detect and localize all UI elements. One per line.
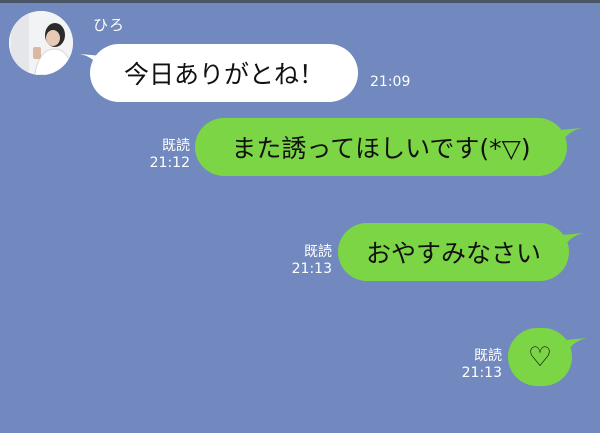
sender-name: ひろ: [93, 16, 126, 34]
message-bubble-outgoing[interactable]: また誘ってほしいです(*▽): [195, 118, 567, 176]
message-bubble-incoming[interactable]: 今日ありがとね！: [90, 44, 358, 102]
outgoing-bubble-tail: [560, 128, 582, 146]
message-time: 21:13: [461, 365, 502, 381]
user-photo-icon: [9, 11, 73, 75]
message-text: おやすみなさい: [365, 239, 541, 268]
message-text: また誘ってほしいです(*▽): [231, 134, 531, 163]
read-receipt: 既読: [162, 138, 190, 154]
read-receipt: 既読: [304, 244, 332, 260]
outgoing-bubble-tail: [565, 338, 587, 356]
message-bubble-outgoing[interactable]: おやすみなさい: [338, 223, 569, 281]
heart-message-text: ♡: [527, 341, 553, 373]
message-meta: 既読 21:13: [280, 244, 332, 278]
outgoing-bubble-tail: [562, 233, 584, 251]
read-receipt: 既読: [474, 348, 502, 364]
top-bar: [0, 0, 600, 3]
message-meta: 既読 21:13: [450, 348, 502, 382]
message-meta: 既読 21:12: [140, 138, 190, 172]
message-text: 今日ありがとね！: [123, 60, 324, 89]
message-bubble-outgoing[interactable]: ♡: [508, 328, 572, 386]
message-time: 21:09: [370, 74, 411, 90]
avatar[interactable]: [9, 11, 73, 75]
message-time: 21:12: [149, 155, 190, 171]
message-time: 21:13: [291, 261, 332, 277]
